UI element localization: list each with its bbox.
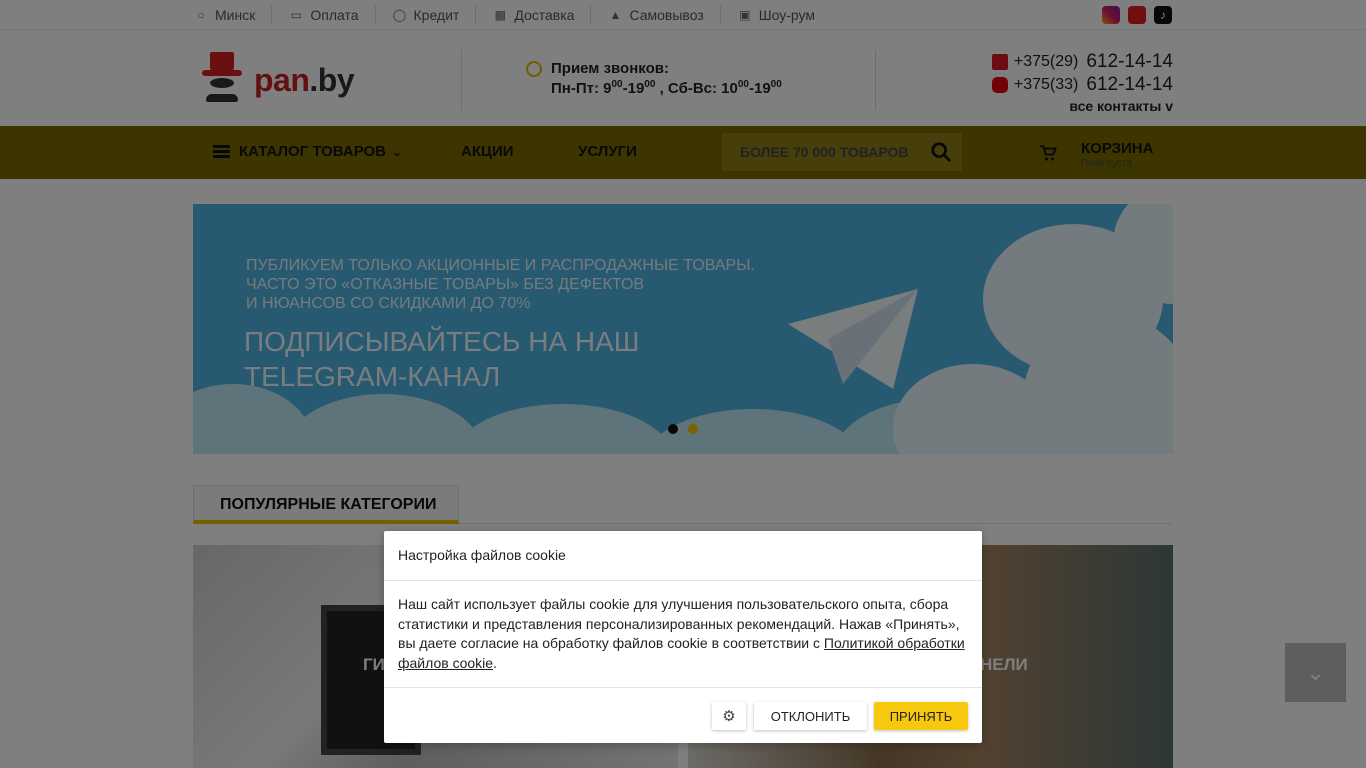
cookie-dialog-title: Настройка файлов cookie: [384, 531, 982, 581]
cookie-dialog-body: Наш сайт использует файлы cookie для улу…: [384, 581, 982, 688]
cookie-dialog-footer: ⚙ ОТКЛОНИТЬ ПРИНЯТЬ: [384, 688, 982, 743]
gear-icon: ⚙: [722, 708, 736, 725]
decline-button[interactable]: ОТКЛОНИТЬ: [754, 702, 867, 730]
accept-button[interactable]: ПРИНЯТЬ: [874, 702, 968, 730]
cookie-dialog: Настройка файлов cookie Наш сайт использ…: [384, 531, 982, 743]
cookie-settings-button[interactable]: ⚙: [712, 702, 746, 730]
